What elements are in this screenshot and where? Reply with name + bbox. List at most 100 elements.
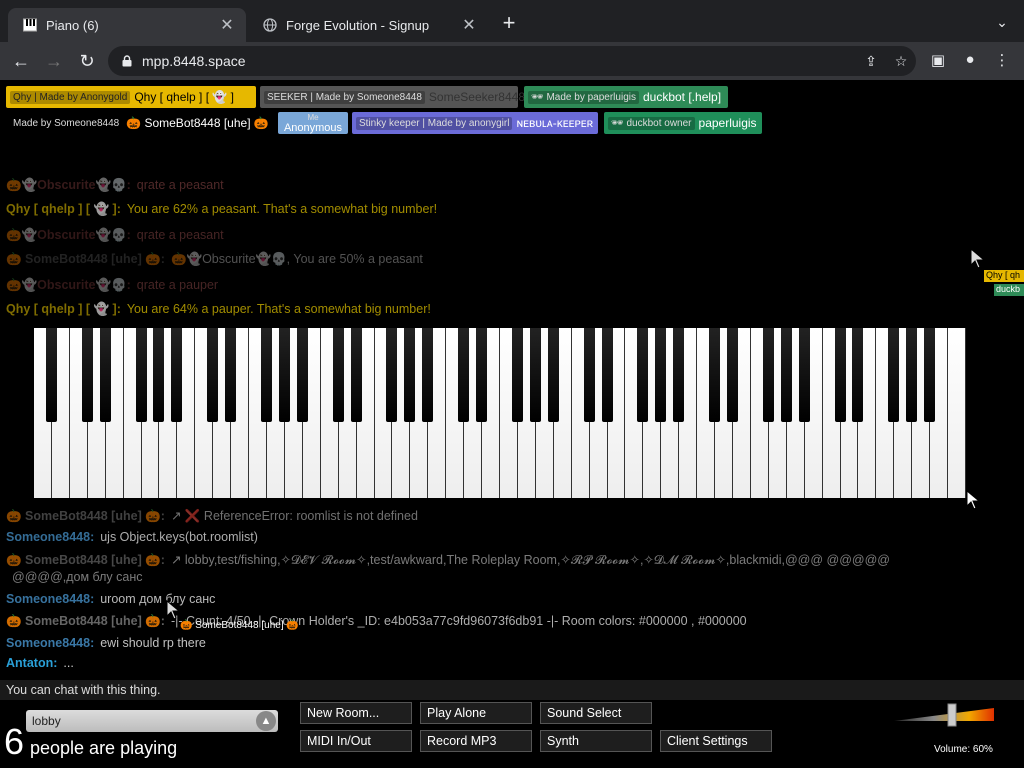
record-mp3-button[interactable]: Record MP3	[420, 730, 532, 752]
black-key[interactable]	[404, 328, 416, 422]
triangle-up-icon[interactable]: ▲	[256, 711, 276, 731]
new-tab-button[interactable]: +	[498, 12, 520, 35]
black-key[interactable]	[780, 328, 792, 422]
black-key[interactable]	[278, 328, 290, 422]
nametag-badge: Qhy | Made by Anonygold	[10, 90, 131, 104]
chat-text: ↗ ❌ ReferenceError: roomlist is not defi…	[170, 509, 418, 523]
piano-keyboard[interactable]	[34, 328, 966, 498]
black-key[interactable]	[709, 328, 721, 422]
chat-input[interactable]: You can chat with this thing.	[0, 680, 1024, 700]
player-nametag[interactable]: Stinky keeper | Made by anonygirl ɴᴇʙᴜʟᴀ-…	[352, 112, 598, 134]
black-key[interactable]	[852, 328, 864, 422]
chat-text: @@@@,дом блу санс	[12, 570, 143, 584]
black-key[interactable]	[261, 328, 272, 422]
black-key[interactable]	[601, 328, 613, 422]
chat-author: 🎃 SomeBot8448 [uhe] 🎃:	[6, 252, 165, 266]
player-nametag[interactable]: Qhy | Made by Anonygold Qhy [ qhelp ] [ 👻…	[6, 86, 256, 108]
chat-author: Qhy [ qhelp ] [ 👻 ]:	[6, 302, 121, 316]
black-key[interactable]	[924, 328, 936, 422]
star-icon[interactable]: ☆	[886, 53, 916, 70]
black-key[interactable]	[511, 328, 523, 422]
black-key[interactable]	[637, 328, 649, 422]
share-icon[interactable]: ⇪	[856, 53, 886, 70]
back-arrow-icon[interactable]: ←	[10, 50, 32, 72]
black-key[interactable]	[296, 328, 308, 422]
chat-text: uroom дом блу санс	[100, 592, 216, 606]
chat-message: Someone8448: ewi should rp there	[6, 636, 206, 650]
chat-message: 🎃 SomeBot8448 [uhe] 🎃: ↗ ❌ ReferenceError…	[6, 508, 418, 524]
black-key[interactable]	[529, 328, 541, 422]
black-key[interactable]	[547, 328, 559, 422]
piano-icon	[22, 17, 38, 33]
black-key[interactable]	[350, 328, 362, 422]
black-key[interactable]	[153, 328, 165, 422]
chat-text: qrate a peasant	[136, 228, 224, 242]
chat-message: 🎃👻Obscurite👻💀: qrate a pauper	[6, 278, 218, 293]
black-key[interactable]	[673, 328, 685, 422]
menu-icon[interactable]: ⋮	[992, 51, 1012, 71]
chat-message: 🎃 SomeBot8448 [uhe] 🎃: -|- Count: 4/50 -|…	[6, 614, 747, 629]
black-key[interactable]	[45, 328, 57, 422]
volume-slider[interactable]	[894, 702, 998, 736]
black-key[interactable]	[458, 328, 470, 422]
black-key[interactable]	[81, 328, 93, 422]
tab-forge[interactable]: Forge Evolution - Signup ✕	[248, 8, 488, 42]
client-settings-button[interactable]: Client Settings	[660, 730, 772, 752]
reload-icon[interactable]: ↻	[76, 50, 98, 72]
new-room-button[interactable]: New Room...	[300, 702, 412, 724]
black-key[interactable]	[422, 328, 434, 422]
black-key[interactable]	[225, 328, 237, 422]
close-icon[interactable]: ✕	[460, 16, 478, 34]
chat-author: 🎃 SomeBot8448 [uhe] 🎃:	[6, 553, 165, 567]
black-key[interactable]	[762, 328, 774, 422]
remote-cursor-name-tag: Qhy [ qh	[984, 270, 1024, 282]
chat-text: ↗ lobby,test/fishing,✧𝓓𝓔𝓥 𝓡𝓸𝓸𝓶✧,test/awk…	[170, 553, 890, 567]
synth-button[interactable]: Synth	[540, 730, 652, 752]
black-key[interactable]	[655, 328, 667, 422]
black-key[interactable]	[906, 328, 918, 422]
chat-text: qrate a pauper	[136, 278, 219, 292]
player-nametag[interactable]: 🕶 Made by paperluigis duckbot [.help]	[524, 86, 728, 108]
nametag-name: SomeSeeker8448	[428, 90, 525, 104]
side-panel-icon[interactable]: ▣	[928, 51, 948, 71]
black-key[interactable]	[99, 328, 111, 422]
sound-select-button[interactable]: Sound Select	[540, 702, 652, 724]
player-nametag[interactable]: Made by Someone8448 🎃 SomeBot8448 [uhe] 🎃	[6, 112, 272, 134]
chat-message: 🎃👻Obscurite👻💀: qrate a peasant	[6, 228, 224, 243]
chat-author: 🎃 SomeBot8448 [uhe] 🎃:	[6, 509, 165, 523]
volume-label: Volume: 60%	[934, 744, 993, 755]
player-nametag[interactable]: SEEKER | Made by Someone8448 SomeSeeker84…	[260, 86, 525, 108]
player-nametag[interactable]: 🕶 duckbot owner paperluigis	[604, 112, 762, 134]
nametag-badge: Made by Someone8448	[10, 116, 123, 130]
play-alone-button[interactable]: Play Alone	[420, 702, 532, 724]
chat-text: ewi should rp there	[100, 636, 206, 650]
profile-icon[interactable]: ●	[960, 51, 980, 71]
black-key[interactable]	[386, 328, 398, 422]
black-key[interactable]	[135, 328, 147, 422]
chat-message: 🎃 SomeBot8448 [uhe] 🎃: 🎃👻Obscurite👻💀, You…	[6, 252, 423, 267]
black-key[interactable]	[476, 328, 488, 422]
black-key[interactable]	[834, 328, 846, 422]
black-key[interactable]	[171, 328, 183, 422]
black-key[interactable]	[207, 328, 219, 422]
forward-arrow-icon[interactable]: →	[43, 50, 65, 72]
nametag-badge: SEEKER | Made by Someone8448	[264, 90, 425, 104]
black-key[interactable]	[727, 328, 738, 422]
chevron-down-icon[interactable]: ⌄	[992, 14, 1012, 34]
player-nametag[interactable]: Me Anonymous	[278, 112, 348, 134]
bottom-bar: lobby ▲ 6 people are playing New Room...…	[0, 702, 1024, 768]
tab-piano[interactable]: Piano (6) ✕	[8, 8, 246, 42]
close-icon[interactable]: ✕	[218, 16, 236, 34]
address-bar[interactable]: mpp.8448.space ⇪ ☆	[108, 46, 916, 76]
midi-in-out-button[interactable]: MIDI In/Out	[300, 730, 412, 752]
black-key[interactable]	[888, 328, 900, 422]
black-key[interactable]	[332, 328, 344, 422]
black-key[interactable]	[583, 328, 595, 422]
black-key[interactable]	[798, 328, 810, 422]
room-selector[interactable]: lobby ▲	[26, 710, 278, 732]
nametag-badge: 🕶 duckbot owner	[608, 116, 695, 130]
room-name: lobby	[32, 714, 61, 728]
nametag-name: 🎃 SomeBot8448 [uhe] 🎃	[126, 116, 269, 130]
browser-chrome: Piano (6) ✕ Forge Evolution - Signup ✕ +…	[0, 0, 1024, 80]
white-key[interactable]	[948, 328, 966, 498]
